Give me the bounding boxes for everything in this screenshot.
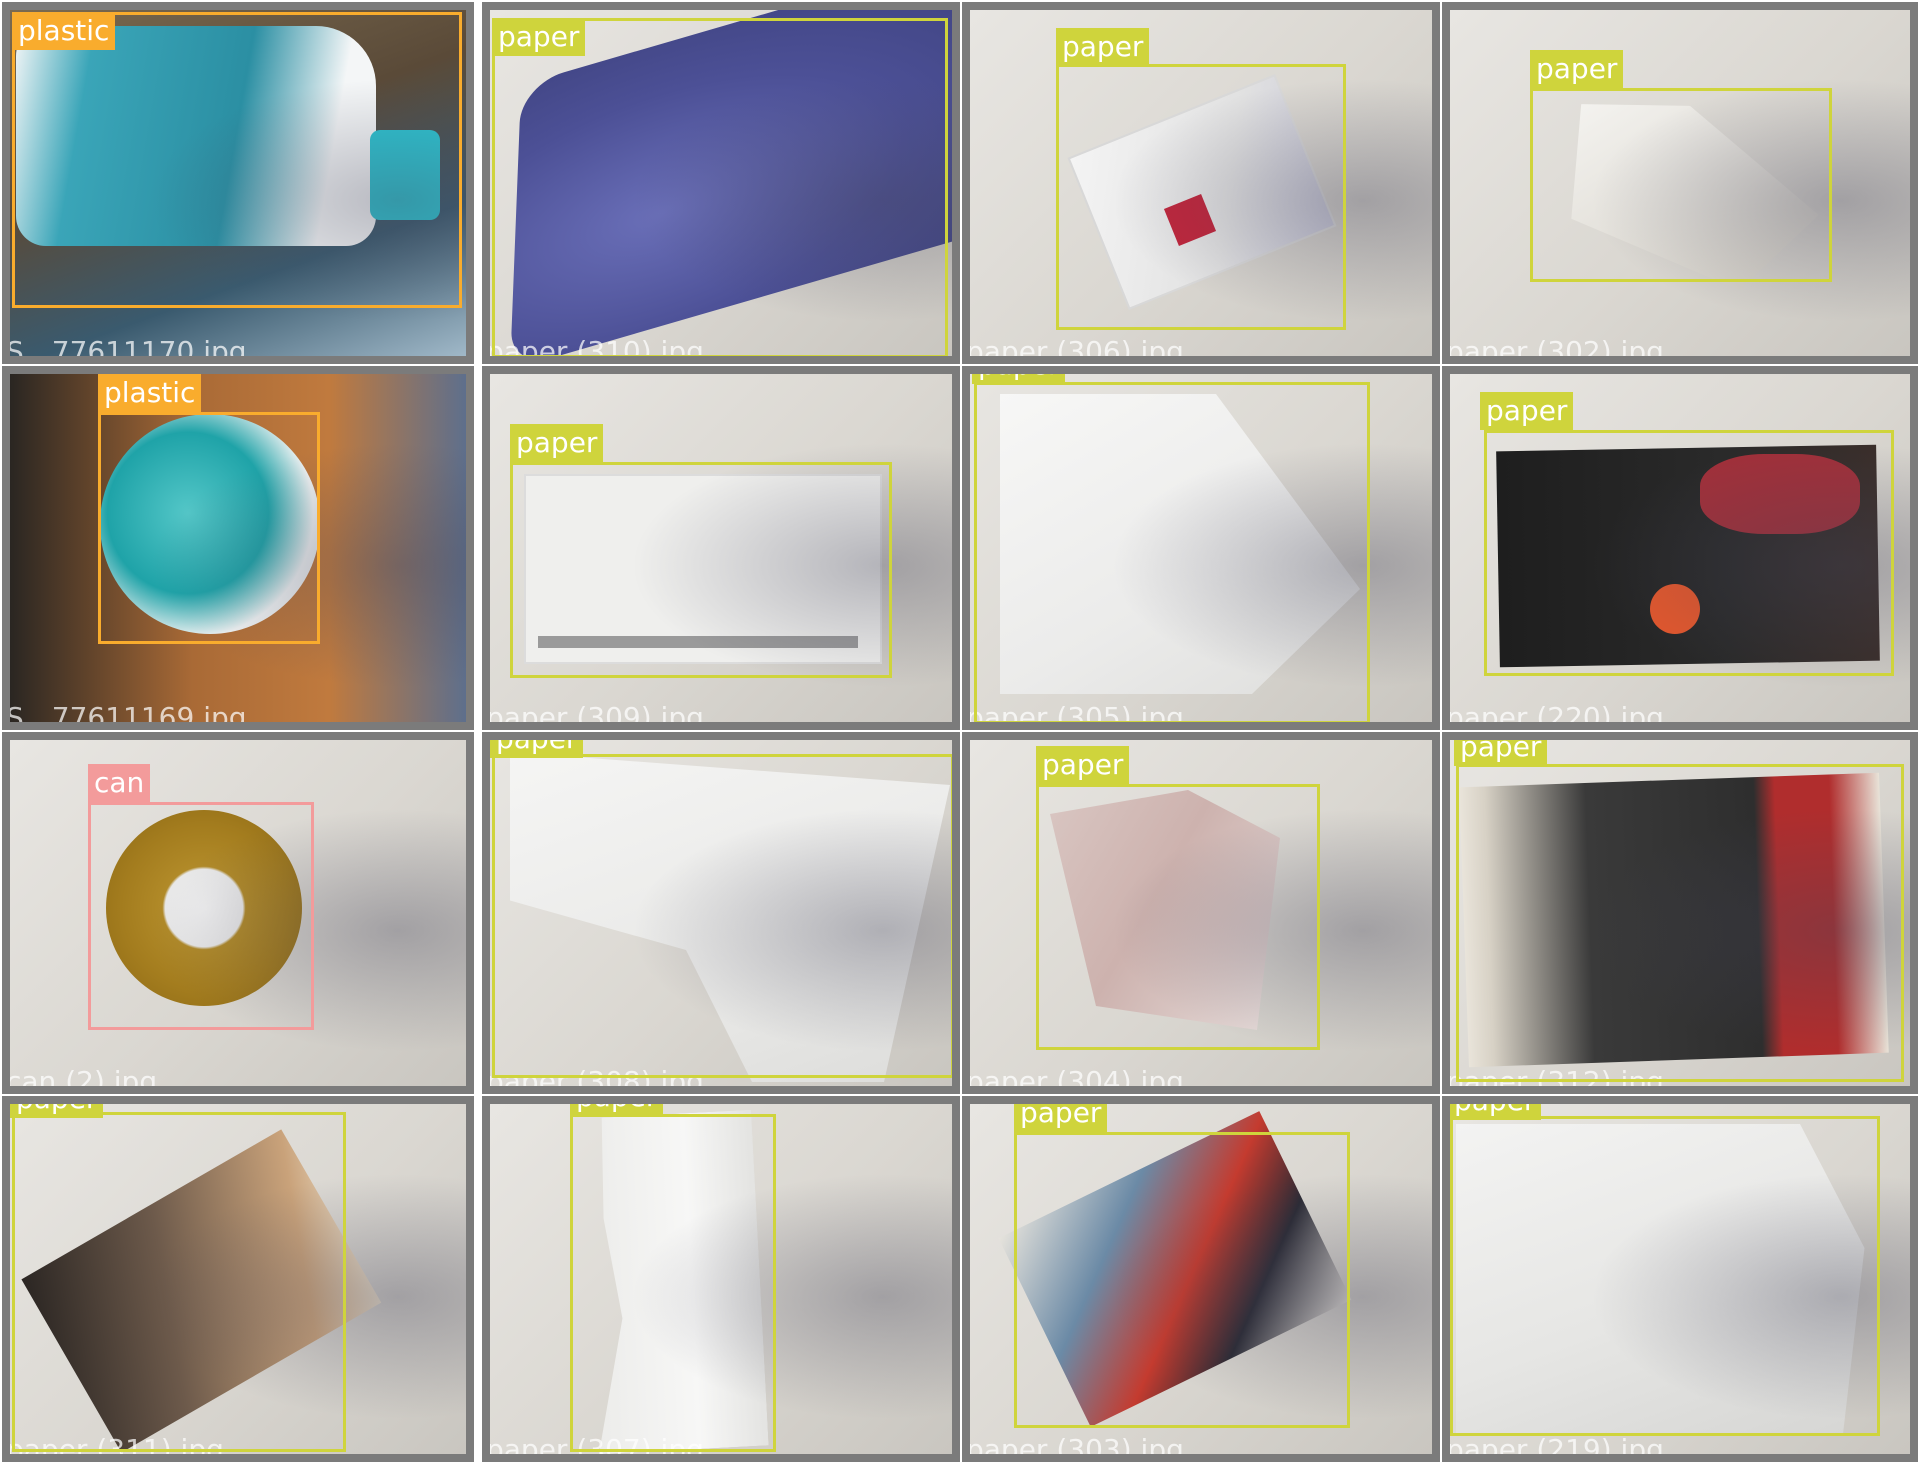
tile-8: paper paper (220).jpg (1442, 366, 1918, 730)
tile-10: paper paper (308).jpg (482, 732, 960, 1094)
bbox (1530, 88, 1832, 282)
bbox (1484, 430, 1894, 676)
tile-7: paper paper (305).jpg (962, 366, 1440, 730)
filename-caption: can (2).jpg (6, 1065, 158, 1094)
tile-15: paper paper (303).jpg (962, 1096, 1440, 1462)
tile-6: paper paper (309).jpg (482, 366, 960, 730)
tile-11: paper paper (304).jpg (962, 732, 1440, 1094)
filename-caption: paper (220).jpg (1446, 701, 1664, 730)
detection-label: can (88, 764, 151, 802)
filename-caption: paper (302).jpg (1446, 335, 1664, 364)
tile-12: paper paper (312).jpg (1442, 732, 1918, 1094)
bbox (88, 802, 314, 1030)
detection-label: paper (1480, 392, 1574, 430)
tile-9: can can (2).jpg (2, 732, 474, 1094)
filename-caption: paper (304).jpg (966, 1065, 1184, 1094)
filename-caption: paper (303).jpg (966, 1433, 1184, 1462)
bbox (12, 1112, 346, 1452)
detection-label: paper (972, 374, 1066, 384)
bbox (12, 12, 462, 308)
detection-label: paper (1014, 1104, 1108, 1132)
bbox (492, 18, 948, 356)
bbox (1056, 64, 1346, 330)
detection-label: plastic (98, 374, 202, 412)
detection-label: paper (570, 1104, 664, 1116)
detection-label: paper (1036, 746, 1130, 784)
bbox (570, 1114, 776, 1452)
tile-5: plastic S__77611169.jpg (2, 366, 474, 730)
bbox (98, 412, 320, 644)
tile-3: paper paper (306).jpg (962, 2, 1440, 364)
bbox (974, 382, 1370, 722)
tile-1: plastic S__77611170.jpg (2, 2, 474, 364)
detection-label: paper (510, 424, 604, 462)
bbox (1014, 1132, 1350, 1428)
filename-caption: S__77611169.jpg (6, 701, 247, 730)
detection-label: paper (1450, 1104, 1542, 1120)
tile-14: paper paper (307).jpg (482, 1096, 960, 1462)
detection-label: paper (1454, 740, 1548, 766)
tile-13: paper paper (311).jpg (2, 1096, 474, 1462)
filename-caption: paper (219).jpg (1446, 1433, 1664, 1462)
detection-label: paper (1530, 50, 1624, 88)
bbox (1456, 764, 1904, 1082)
detection-label: paper (492, 18, 586, 56)
detection-label: paper (490, 740, 584, 758)
bbox (510, 462, 892, 678)
bbox (492, 754, 952, 1078)
detection-label: plastic (12, 12, 116, 50)
tile-4: paper paper (302).jpg (1442, 2, 1918, 364)
filename-caption: S__77611170.jpg (6, 335, 247, 364)
bbox (1036, 784, 1320, 1050)
detection-label: paper (10, 1104, 104, 1118)
detection-label: paper (1056, 28, 1150, 66)
bbox (1450, 1116, 1880, 1436)
filename-caption: paper (309).jpg (486, 701, 704, 730)
detection-mosaic: plastic S__77611170.jpg paper paper (310… (0, 0, 1920, 1464)
filename-caption: paper (306).jpg (966, 335, 1184, 364)
tile-2: paper paper (310).jpg (482, 2, 960, 364)
tile-16: paper paper (219).jpg (1442, 1096, 1918, 1462)
